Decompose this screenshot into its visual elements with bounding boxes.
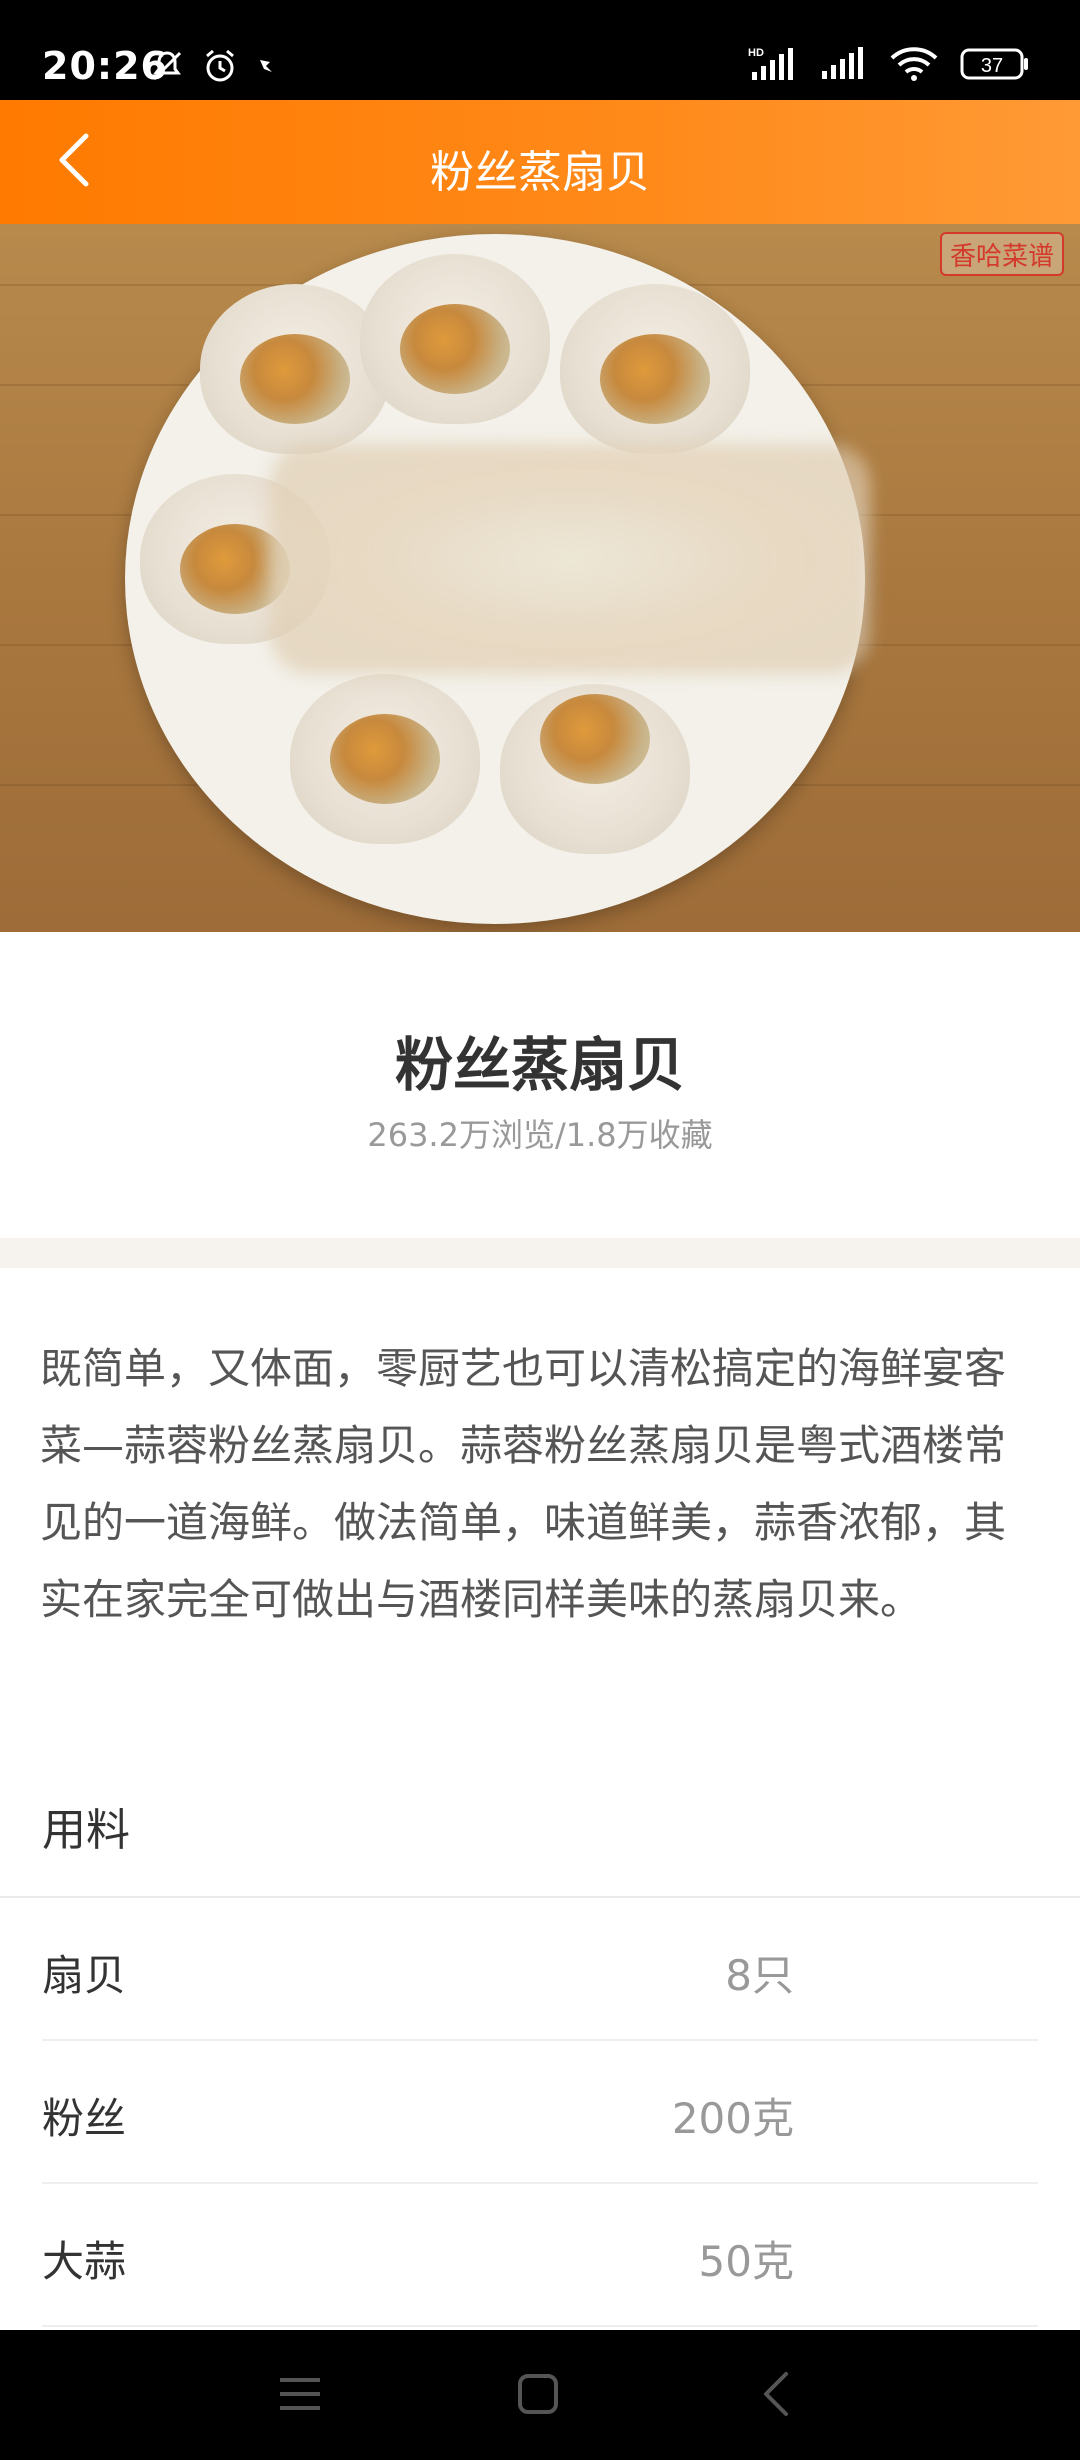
hd-signal-icon: HD (748, 46, 798, 86)
app-bar: 粉丝蒸扇贝 (0, 100, 1080, 224)
ingredient-name: 大蒜 (42, 2237, 127, 2286)
status-icons-right: HD 37 (748, 46, 1030, 86)
recipe-hero-image: 香哈菜谱 (0, 224, 1080, 932)
back-icon (758, 2370, 794, 2422)
system-nav-bar (0, 2330, 1080, 2460)
ingredient-name: 扇贝 (42, 1951, 127, 2000)
home-button[interactable] (502, 2360, 574, 2432)
home-icon (516, 2372, 560, 2420)
svg-text:HD: HD (748, 47, 764, 59)
recipe-stats: 263.2万浏览/1.8万收藏 (367, 1116, 713, 1154)
ingredient-amount: 8只 (725, 1951, 794, 2000)
ingredient-row: 扇贝 8只 (42, 1898, 1038, 2041)
recipe-description: 既简单，又体面，零厨艺也可以清松搞定的海鲜宴客菜—蒜蓉粉丝蒸扇贝。蒜蓉粉丝蒸扇贝… (40, 1344, 1007, 1624)
ingredient-amount: 50克 (698, 2237, 794, 2286)
status-bar: 20:26 HD 37 (0, 0, 1080, 100)
ingredient-name: 粉丝 (42, 2094, 127, 2143)
wifi-icon (890, 46, 938, 86)
signal-icon (820, 47, 868, 85)
ingredients-heading: 用料 (42, 1805, 130, 1856)
ingredient-amount: 200克 (671, 2094, 794, 2143)
ingredient-row: 大蒜 50克 (42, 2184, 1038, 2327)
alarm-icon (202, 48, 238, 88)
watermark-logo: 香哈菜谱 (939, 232, 1064, 276)
battery-icon: 37 (960, 47, 1030, 85)
recipe-header: 粉丝蒸扇贝 263.2万浏览/1.8万收藏 (0, 932, 1080, 1238)
blurred-region (270, 444, 870, 674)
status-icons-left (150, 48, 280, 88)
recipe-title: 粉丝蒸扇贝 (394, 1031, 685, 1099)
app-notification-icon (256, 54, 280, 82)
system-back-button[interactable] (740, 2360, 812, 2432)
ingredient-row: 粉丝 200克 (42, 2041, 1038, 2184)
section-divider (0, 1238, 1080, 1268)
menu-icon (278, 2374, 322, 2418)
menu-button[interactable] (264, 2360, 336, 2432)
page-title: 粉丝蒸扇贝 (430, 147, 650, 198)
battery-level: 37 (981, 55, 1003, 77)
mute-icon (150, 49, 184, 87)
